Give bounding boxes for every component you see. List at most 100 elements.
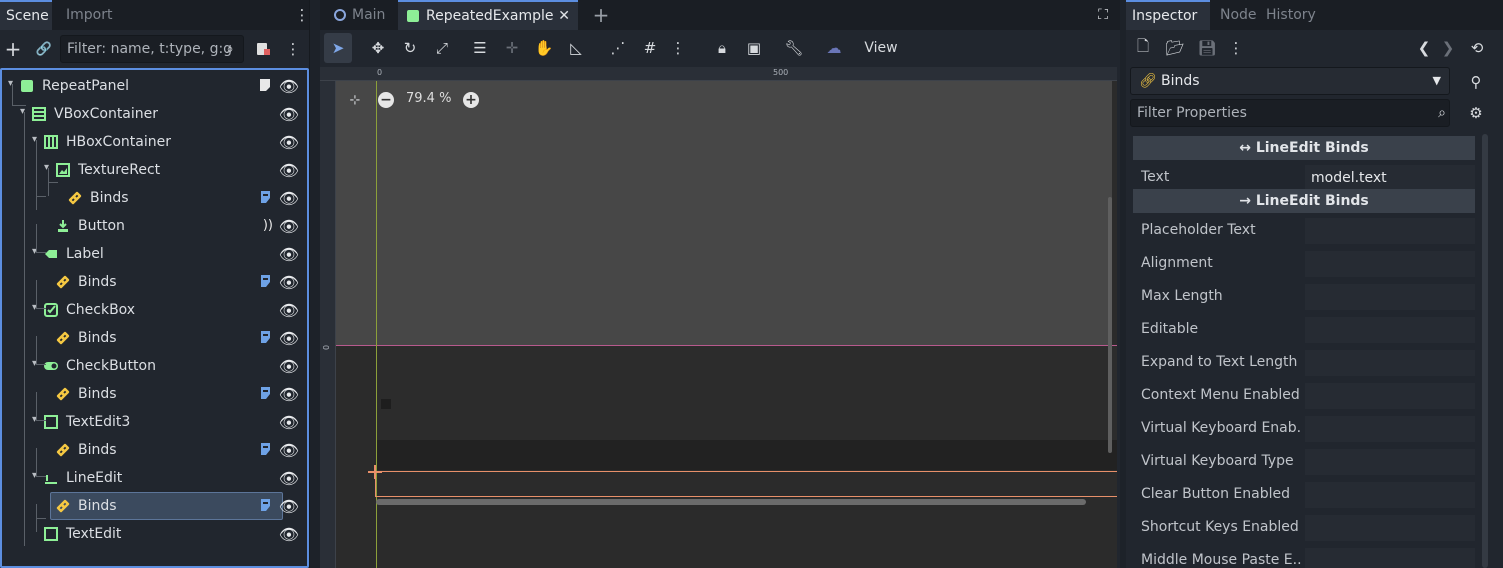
pan-hand-icon[interactable]: ✋	[534, 38, 554, 58]
property-value[interactable]	[1305, 515, 1475, 541]
signal-icon[interactable]: ))	[263, 217, 273, 233]
zoom-out-icon[interactable]: −	[378, 92, 394, 108]
property-value[interactable]: model.text	[1305, 165, 1475, 191]
script-icon[interactable]	[257, 77, 273, 97]
instance-link-icon[interactable]: 🔗	[34, 38, 54, 60]
visibility-eye-icon[interactable]: 👁︎	[279, 525, 299, 544]
open-folder-icon[interactable]: 📂︎	[1165, 38, 1184, 58]
visibility-eye-icon[interactable]: 👁︎	[279, 329, 299, 348]
scene-tree-row[interactable]: Binds 👁︎	[2, 492, 307, 520]
binds-script-icon[interactable]	[257, 497, 273, 517]
distraction-free-icon[interactable]: ⛶	[1094, 6, 1112, 24]
grid-snap-icon[interactable]: #	[640, 38, 660, 58]
tab-scene[interactable]: Scene	[0, 0, 52, 30]
property-value[interactable]	[1305, 218, 1475, 244]
visibility-eye-icon[interactable]: 👁︎	[279, 245, 299, 264]
property-value[interactable]	[1305, 482, 1475, 508]
cloud-icon[interactable]: ☁	[824, 38, 844, 58]
node-tree-icon[interactable]: ⚲	[1466, 72, 1486, 92]
property-value[interactable]	[1305, 350, 1475, 376]
scene-tree-row[interactable]: ▾ CheckBox 👁︎	[2, 296, 307, 324]
visibility-eye-icon[interactable]: 👁︎	[279, 105, 299, 124]
visibility-eye-icon[interactable]: 👁︎	[279, 273, 299, 292]
move-icon[interactable]: ✥	[368, 38, 388, 58]
history-back-icon[interactable]: ❮	[1416, 38, 1432, 58]
viewport[interactable]: 0 500 0 ⊹ − 79.4 % +	[320, 67, 1117, 568]
visibility-eye-icon[interactable]: 👁︎	[279, 357, 299, 376]
group-icon[interactable]: ▣	[744, 38, 764, 58]
tab-main[interactable]: Main	[326, 0, 394, 30]
binds-script-icon[interactable]	[257, 385, 273, 405]
property-value[interactable]	[1305, 416, 1475, 442]
tab-inspector[interactable]: Inspector	[1126, 0, 1210, 30]
scene-tree-row[interactable]: ▾ RepeatPanel 👁︎	[2, 72, 307, 100]
scene-tree-row[interactable]: Binds 👁︎	[2, 324, 307, 352]
visibility-eye-icon[interactable]: 👁︎	[279, 469, 299, 488]
visibility-eye-icon[interactable]: 👁︎	[279, 161, 299, 180]
select-arrow-icon[interactable]: ➤	[328, 38, 348, 58]
inspector-section-header[interactable]: → LineEdit Binds	[1133, 189, 1475, 213]
property-value[interactable]	[1305, 548, 1475, 568]
visibility-eye-icon[interactable]: 👁︎	[279, 413, 299, 432]
property-value[interactable]	[1305, 251, 1475, 277]
binds-script-icon[interactable]	[257, 189, 273, 209]
visibility-eye-icon[interactable]: 👁︎	[279, 77, 299, 96]
save-icon[interactable]: 💾︎	[1197, 38, 1216, 58]
scene-tree-row[interactable]: ▾ VBoxContainer 👁︎	[2, 100, 307, 128]
center-view-icon[interactable]: ⊹	[346, 91, 364, 109]
kebab-menu-icon[interactable]: ⋮	[295, 6, 310, 24]
visibility-eye-icon[interactable]: 👁︎	[279, 301, 299, 320]
binds-script-icon[interactable]	[257, 329, 273, 349]
view-menu-button[interactable]: View	[860, 38, 902, 58]
property-value[interactable]	[1305, 383, 1475, 409]
scene-tree-row[interactable]: TextEdit 👁︎	[2, 520, 307, 548]
binds-script-icon[interactable]	[257, 441, 273, 461]
visibility-eye-icon[interactable]: 👁︎	[279, 385, 299, 404]
tab-history[interactable]: History	[1260, 0, 1322, 30]
scene-tree-row[interactable]: Binds 👁︎	[2, 380, 307, 408]
filter-properties-input[interactable]: Filter Properties	[1130, 99, 1450, 127]
tab-import[interactable]: Import	[60, 0, 118, 30]
scene-tree-row[interactable]: ▾ LineEdit 👁︎	[2, 464, 307, 492]
smart-snap-icon[interactable]: ⋰	[608, 38, 628, 58]
tab-repeated-example[interactable]: RepeatedExample ✕	[398, 0, 578, 30]
snap-options-icon[interactable]: ⋮	[671, 38, 686, 58]
list-select-icon[interactable]: ☰	[470, 38, 490, 58]
scene-tree-row[interactable]: Binds 👁︎	[2, 268, 307, 296]
scene-tree[interactable]: ▾ RepeatPanel 👁︎ ▾ VBoxContainer 👁︎ ▾ HBoxConta…	[0, 68, 309, 568]
binds-script-icon[interactable]	[257, 273, 273, 293]
inspector-more-icon[interactable]: ⋮	[1229, 38, 1244, 58]
property-settings-icon[interactable]: ⚙	[1466, 103, 1486, 123]
new-tab-icon[interactable]: +	[592, 3, 610, 27]
tab-node[interactable]: Node	[1214, 0, 1263, 30]
property-value[interactable]	[1305, 284, 1475, 310]
object-selector[interactable]: 🔗︎ Binds ▼	[1130, 67, 1450, 95]
visibility-eye-icon[interactable]: 👁︎	[279, 497, 299, 516]
scene-tree-row[interactable]: ▾ CheckButton 👁︎	[2, 352, 307, 380]
v-scroll-bar[interactable]	[1108, 197, 1112, 453]
scene-tree-row[interactable]: ▾ HBoxContainer 👁︎	[2, 128, 307, 156]
scene-tree-row[interactable]: ▾ TextEdit3 👁︎	[2, 408, 307, 436]
scene-more-icon[interactable]: ⋮	[286, 38, 301, 60]
new-resource-icon[interactable]: 🗋	[1134, 37, 1152, 58]
attach-script-icon[interactable]	[254, 38, 272, 60]
ruler-icon[interactable]: ◺	[566, 38, 586, 58]
visibility-eye-icon[interactable]: 👁︎	[279, 133, 299, 152]
scale-icon[interactable]: ⤢	[432, 38, 452, 58]
visibility-eye-icon[interactable]: 👁︎	[279, 441, 299, 460]
inspector-scrollbar[interactable]	[1482, 134, 1488, 568]
visibility-eye-icon[interactable]: 👁︎	[279, 217, 299, 236]
h-scroll-bar[interactable]	[376, 499, 1086, 505]
close-tab-icon[interactable]: ✕	[558, 2, 570, 30]
pivot-icon[interactable]: ✛	[502, 38, 522, 58]
object-history-icon[interactable]: ⟲	[1468, 38, 1486, 58]
zoom-in-icon[interactable]: +	[463, 92, 479, 108]
lock-icon[interactable]: 🔒︎	[712, 38, 732, 58]
zoom-level[interactable]: 79.4 %	[406, 91, 451, 106]
scene-tree-row[interactable]: Button)) 👁︎	[2, 212, 307, 240]
property-value[interactable]	[1305, 317, 1475, 343]
scene-tree-row[interactable]: Binds 👁︎	[2, 436, 307, 464]
add-node-icon[interactable]: +	[4, 36, 22, 62]
rotate-icon[interactable]: ↻	[400, 38, 420, 58]
scene-filter-input[interactable]: Filter: name, t:type, g:g	[60, 35, 244, 63]
